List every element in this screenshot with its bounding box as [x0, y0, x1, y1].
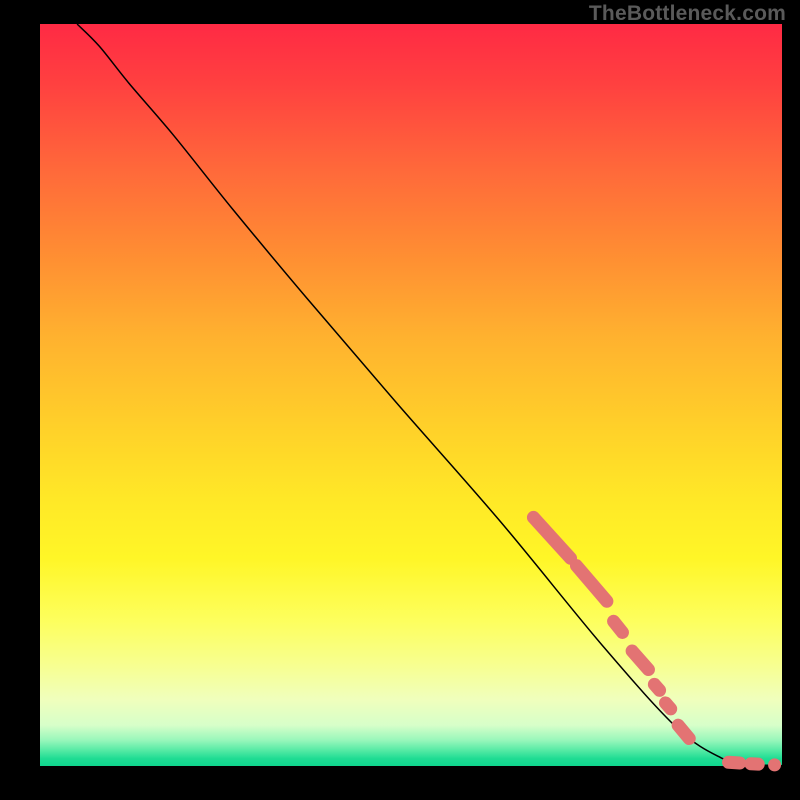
credit-text: TheBottleneck.com: [589, 2, 786, 26]
highlight-dot: [768, 758, 781, 771]
highlight-segment: [632, 651, 648, 670]
curve-line: [77, 24, 782, 766]
highlight-segment: [533, 517, 570, 558]
chart-frame: TheBottleneck.com: [0, 0, 800, 800]
highlight-group: [533, 517, 781, 771]
highlight-segment: [729, 762, 740, 763]
highlight-segment: [576, 566, 606, 602]
highlight-segment: [654, 684, 659, 690]
highlight-segment: [678, 725, 689, 738]
highlight-segment: [666, 703, 671, 709]
highlight-segment: [614, 621, 623, 632]
plot-area: [40, 24, 782, 766]
chart-overlay: [40, 24, 782, 766]
